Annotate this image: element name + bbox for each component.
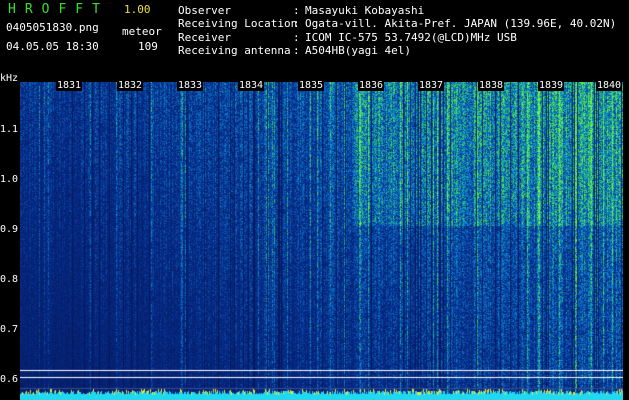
y-tick-label: 0.7 <box>0 324 19 335</box>
detection-mode: meteor <box>122 25 162 38</box>
x-tick-label: 1832 <box>117 80 144 91</box>
y-tick-label: 0.9 <box>0 224 19 235</box>
x-tick-label: 1831 <box>56 80 83 91</box>
x-tick-label: 1838 <box>478 80 505 91</box>
station-value: A504HB(yagi 4el) <box>305 43 411 57</box>
station-label: Receiving Location <box>178 17 298 31</box>
x-tick-label: 1835 <box>298 80 325 91</box>
station-value: Masayuki Kobayashi <box>305 4 425 17</box>
x-tick-label: 1833 <box>177 80 204 91</box>
x-tick-label: 1837 <box>418 80 445 91</box>
station-separator: : <box>293 17 300 31</box>
station-row-antenna: Receiving antenna : A504HB(yagi 4el) <box>178 44 616 57</box>
observation-datetime: 04.05.05 18:30 <box>6 40 99 53</box>
app-version: 1.00 <box>124 3 151 16</box>
y-tick-label: 1.1 <box>0 124 19 135</box>
x-tick-label: 1836 <box>358 80 385 91</box>
station-separator: : <box>293 4 300 17</box>
station-label: Receiver <box>178 30 231 44</box>
x-tick-label: 1834 <box>238 80 265 91</box>
station-label: Receiving antenna <box>178 43 291 57</box>
station-row-observer: Observer : Masayuki Kobayashi <box>178 4 616 17</box>
station-value: ICOM IC-575 53.7492(@LCD)MHz USB <box>305 30 517 44</box>
y-tick-label: 0.8 <box>0 274 19 285</box>
x-tick-label: 1840 <box>596 80 623 91</box>
image-filename: 0405051830.png <box>6 21 99 34</box>
station-separator: : <box>293 43 300 57</box>
app-brand: HROFFT <box>8 2 109 17</box>
station-row-receiver: Receiver : ICOM IC-575 53.7492(@LCD)MHz … <box>178 31 616 44</box>
y-axis-unit: kHz <box>0 73 19 84</box>
station-info: Observer : Masayuki Kobayashi Receiving … <box>178 4 616 57</box>
station-separator: : <box>293 30 300 44</box>
station-row-location: Receiving Location : Ogata-vill. Akita-P… <box>178 17 616 30</box>
y-tick-label: 0.6 <box>0 374 19 385</box>
y-tick-label: 1.0 <box>0 174 19 185</box>
station-value: Ogata-vill. Akita-Pref. JAPAN (139.96E, … <box>305 17 617 31</box>
spectrogram-canvas <box>20 82 623 400</box>
station-label: Observer <box>178 4 231 17</box>
meteor-count: 109 <box>138 40 158 53</box>
x-tick-label: 1839 <box>538 80 565 91</box>
